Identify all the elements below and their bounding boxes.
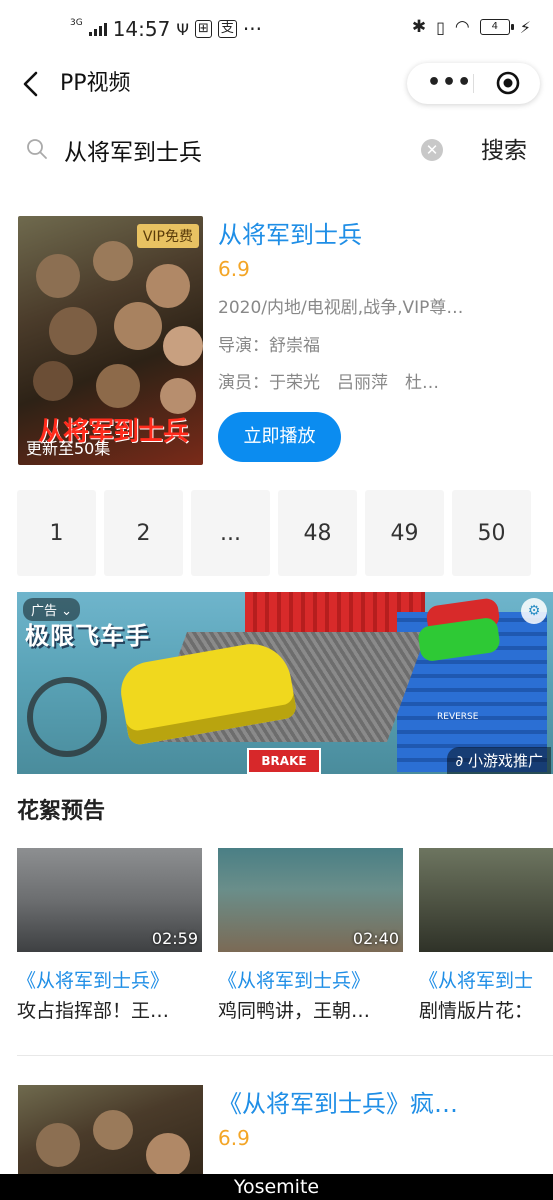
ad-source-text: 小游戏推广 bbox=[467, 752, 543, 770]
divider bbox=[17, 1055, 553, 1056]
ad-label[interactable]: 广告 ⌄ bbox=[23, 598, 81, 621]
episode-selector: 1 2 ... 48 49 50 bbox=[17, 490, 531, 576]
ad-brake-label: BRAKE bbox=[247, 748, 321, 774]
status-left: 3G 14:57 Ψ ⊞ 支 ··· bbox=[70, 17, 262, 41]
wifi-icon: ◠ bbox=[454, 17, 470, 37]
vibrate-icon: ▯ bbox=[436, 17, 445, 37]
chevron-down-icon: ⌄ bbox=[61, 604, 73, 619]
app-notification-icon: ⊞ bbox=[194, 20, 212, 38]
clip-duration: 02:40 bbox=[352, 929, 399, 948]
search-button[interactable]: 搜索 bbox=[481, 135, 527, 167]
back-arrow-icon[interactable] bbox=[18, 68, 44, 100]
clear-search-icon[interactable]: ✕ bbox=[421, 139, 443, 161]
episode-button[interactable]: 49 bbox=[365, 490, 444, 576]
clip-show-title: 《从将军到士兵》 bbox=[17, 970, 170, 992]
usb-icon: Ψ bbox=[176, 19, 189, 39]
page-title: PP视频 bbox=[60, 71, 131, 96]
steering-wheel-icon bbox=[27, 677, 107, 757]
clip-thumbnail: 02:59 bbox=[17, 848, 202, 952]
clip-show-title: 《从将军到士 bbox=[419, 970, 534, 992]
clock: 14:57 bbox=[112, 17, 171, 41]
result-score: 6.9 bbox=[218, 257, 250, 281]
clip-thumbnail: 02:40 bbox=[218, 848, 403, 952]
episode-button[interactable]: 2 bbox=[104, 490, 183, 576]
play-now-button[interactable]: 立即播放 bbox=[218, 412, 341, 462]
charging-icon: ⚡ bbox=[519, 17, 531, 37]
more-options-icon[interactable]: ••• bbox=[427, 71, 472, 95]
result-poster[interactable]: VIP免费 从将军到士兵 更新至50集 bbox=[18, 216, 203, 465]
result-title[interactable]: 《从将军到士兵》疯… bbox=[218, 1087, 458, 1121]
search-input[interactable] bbox=[64, 132, 404, 168]
result-title[interactable]: 从将军到士兵 bbox=[218, 218, 362, 252]
episode-update-label: 更新至50集 bbox=[26, 439, 111, 458]
result-score: 6.9 bbox=[218, 1126, 250, 1150]
close-mini-program-icon[interactable] bbox=[496, 71, 520, 95]
section-title: 花絮预告 bbox=[17, 799, 106, 824]
ad-label-text: 广告 bbox=[31, 604, 58, 619]
result-director: 导演：舒崇福 bbox=[218, 336, 320, 356]
more-notifications-icon: ··· bbox=[242, 17, 262, 41]
episode-button[interactable]: 48 bbox=[278, 490, 357, 576]
clip-show-title: 《从将军到士兵》 bbox=[218, 970, 371, 992]
status-bar: 3G 14:57 Ψ ⊞ 支 ··· ✱ ▯ ◠ 4 ⚡ bbox=[0, 0, 553, 60]
bluetooth-icon: ✱ bbox=[411, 17, 427, 37]
episode-button[interactable]: 1 bbox=[17, 490, 96, 576]
status-right: ✱ ▯ ◠ 4 ⚡ bbox=[412, 17, 531, 37]
clip-description: 鸡同鸭讲，王朝… bbox=[218, 1000, 371, 1022]
vip-free-badge: VIP免费 bbox=[136, 224, 199, 248]
clip-duration: 02:59 bbox=[151, 929, 198, 948]
clip-card[interactable]: 《从将军到士 剧情版片花： bbox=[419, 848, 553, 1026]
ad-share-icon[interactable]: ⚙ bbox=[521, 598, 547, 624]
capsule-divider bbox=[473, 74, 474, 93]
clip-card[interactable]: 02:59 《从将军到士兵》 攻占指挥部！王… bbox=[17, 848, 202, 1026]
ad-source: ∂ 小游戏推广 bbox=[447, 747, 551, 774]
result-cast: 演员：于荣光 吕丽萍 杜… bbox=[218, 373, 439, 393]
episode-more-button[interactable]: ... bbox=[191, 490, 270, 576]
search-icon bbox=[27, 139, 47, 159]
network-type: 3G bbox=[70, 18, 83, 28]
result-meta: 2020/内地/电视剧,战争,VIP尊… bbox=[218, 298, 464, 318]
clip-description: 剧情版片花： bbox=[419, 1000, 534, 1022]
battery-icon: 4 bbox=[479, 19, 514, 35]
clip-thumbnail bbox=[419, 848, 553, 952]
ad-game-title: 极限飞车手 bbox=[25, 622, 150, 650]
episode-button[interactable]: 50 bbox=[452, 490, 531, 576]
clip-description: 攻占指挥部！王… bbox=[17, 1000, 170, 1022]
ad-banner[interactable]: 极限飞车手 BRAKE REVERSE 广告 ⌄ ⚙ ∂ 小游戏推广 bbox=[17, 592, 553, 774]
mini-game-icon: ∂ bbox=[455, 752, 464, 770]
mini-program-capsule: ••• bbox=[407, 63, 540, 104]
app-notification-icon-2: 支 bbox=[217, 20, 237, 38]
footer-label: Yosemite bbox=[0, 1174, 553, 1200]
clip-card[interactable]: 02:40 《从将军到士兵》 鸡同鸭讲，王朝… bbox=[218, 848, 403, 1026]
signal-icon bbox=[88, 22, 107, 36]
ad-reverse-label: REVERSE bbox=[437, 712, 479, 722]
